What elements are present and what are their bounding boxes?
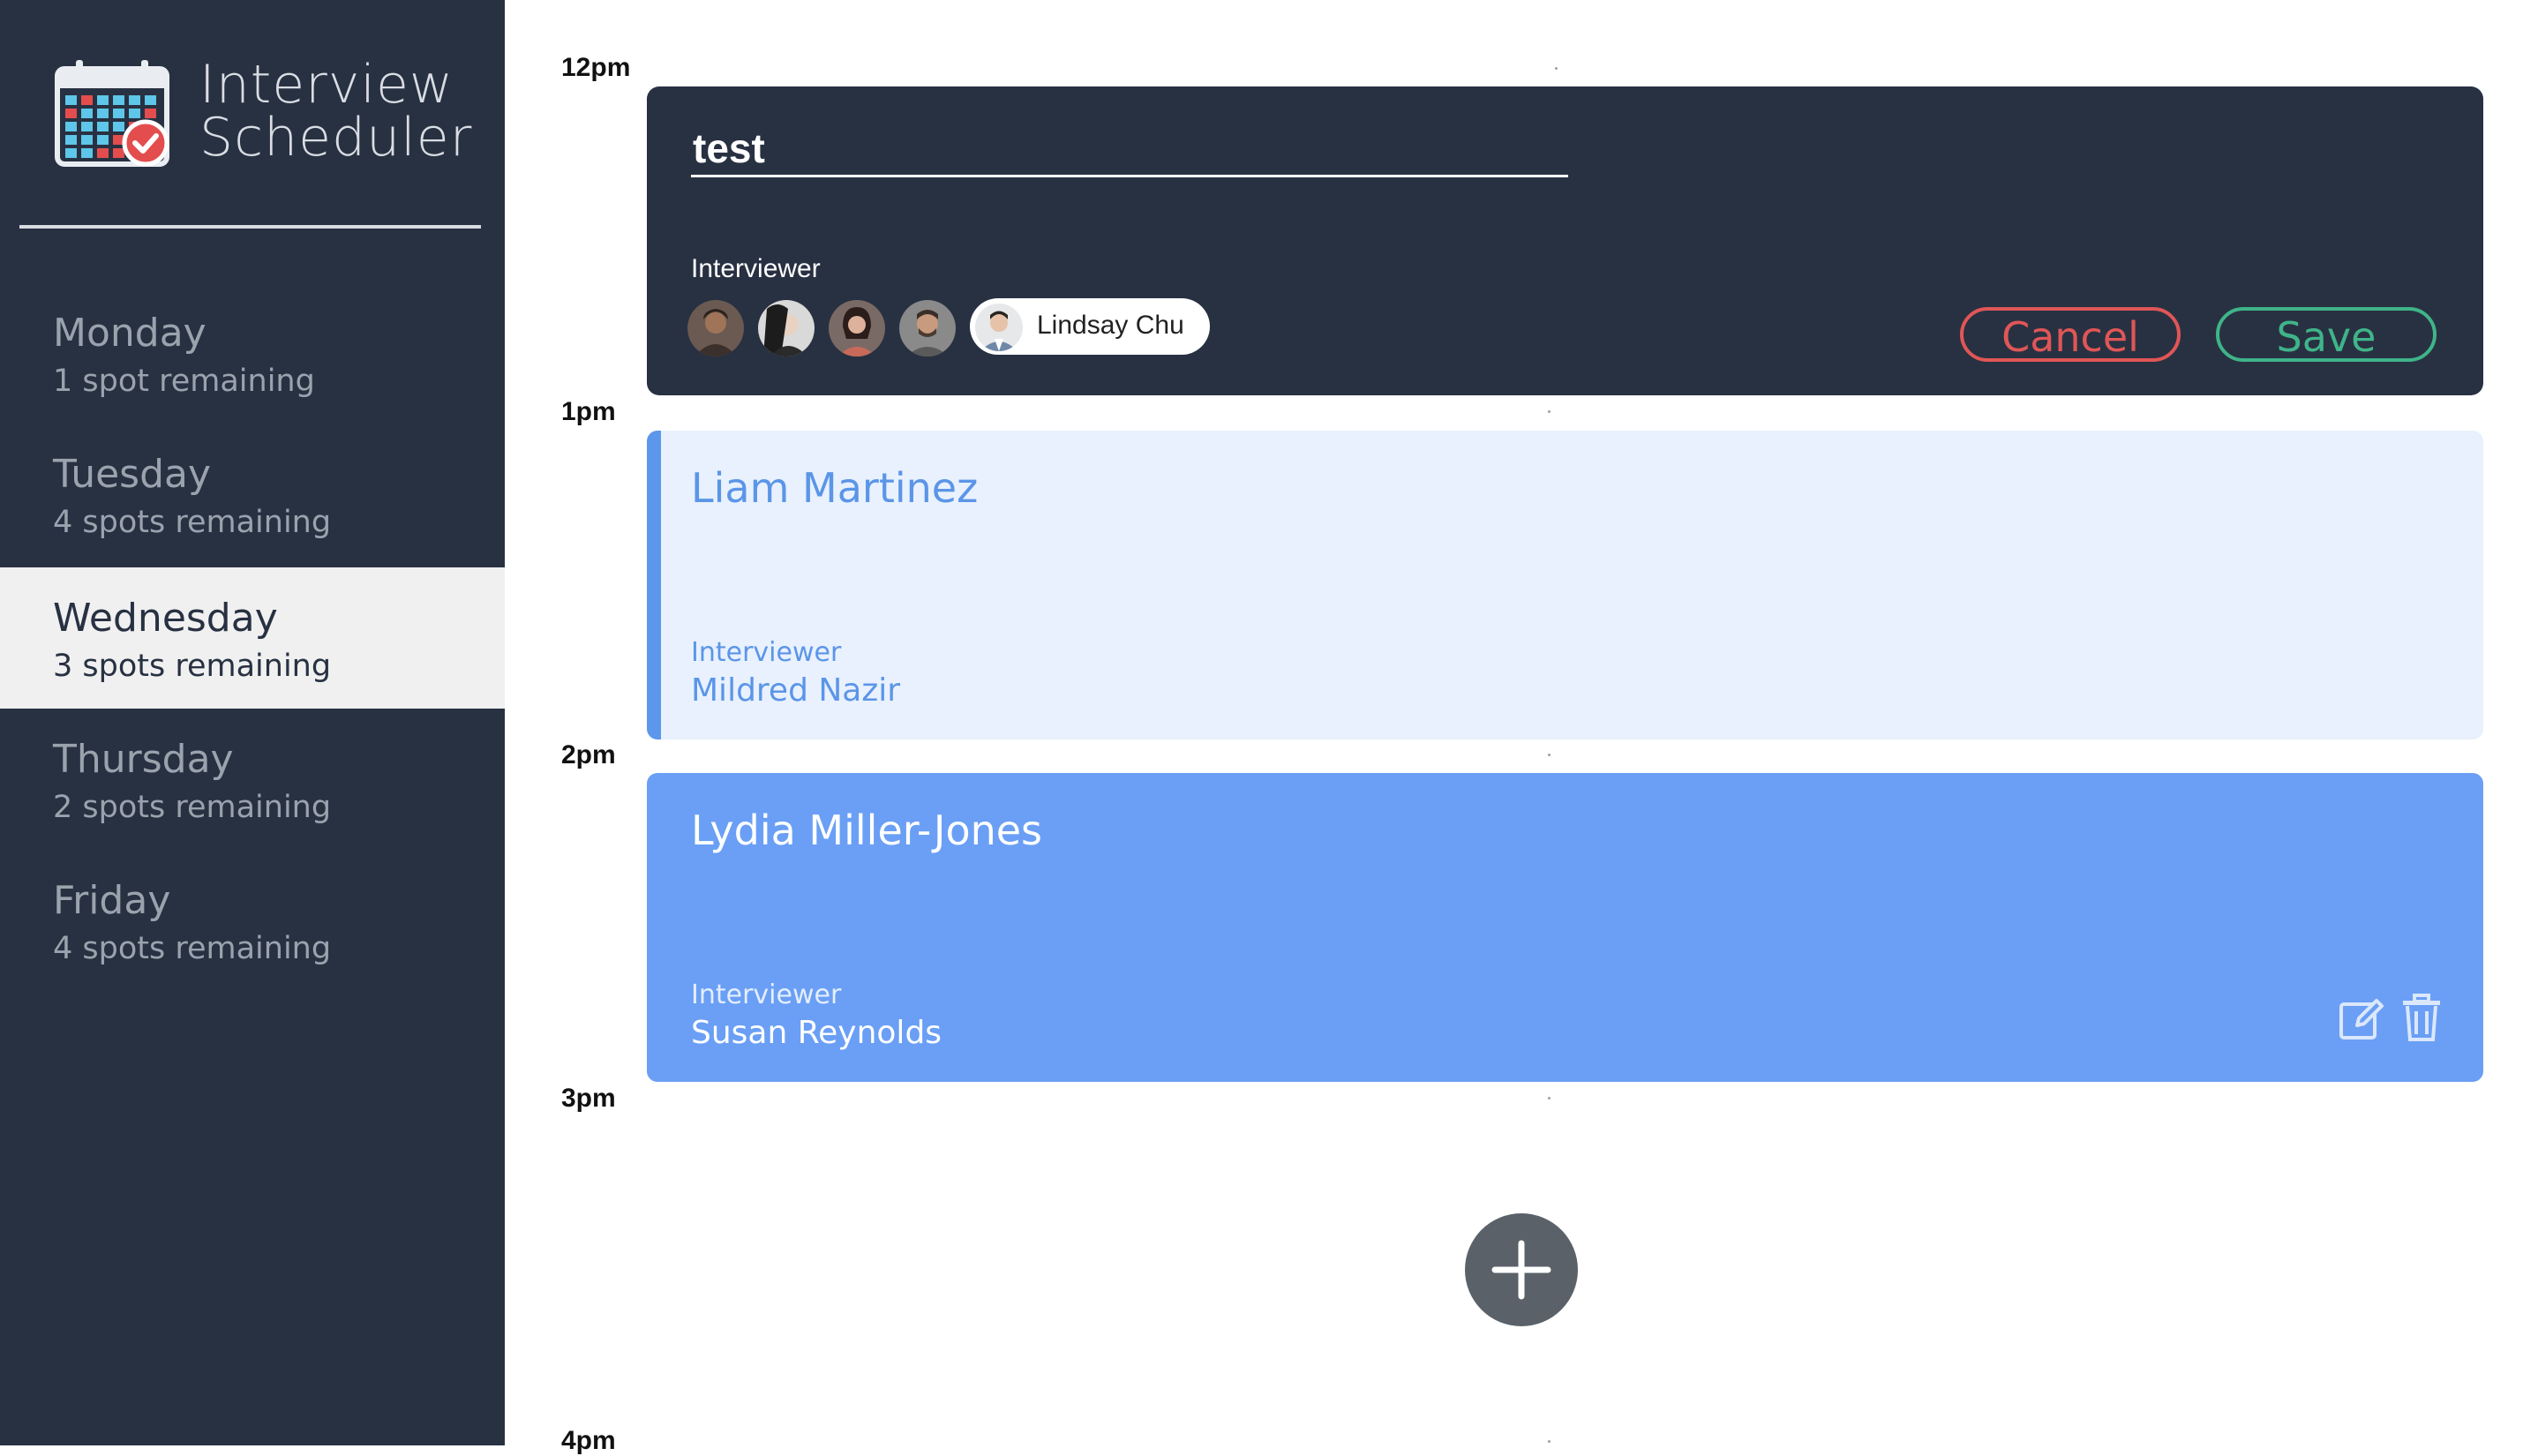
student-name: Liam Martinez <box>691 464 979 512</box>
sidebar: Interview Scheduler Monday 1 spot remain… <box>0 0 505 1445</box>
day-spots: 3 spots remaining <box>53 649 332 684</box>
interviewer-name: Mildred Nazir <box>691 672 901 709</box>
time-label-12pm: 12pm <box>561 53 631 82</box>
app-title-line2: Scheduler <box>199 107 473 169</box>
appointment-card[interactable]: Lydia Miller-Jones Interviewer Susan Rey… <box>647 773 2483 1082</box>
slot-separator <box>1548 1097 1551 1100</box>
interviewer-label: Interviewer <box>691 254 821 283</box>
interviewer-avatar[interactable] <box>687 300 744 356</box>
day-name: Wednesday <box>53 596 278 641</box>
selected-interviewer-name: Lindsay Chu <box>1037 311 1184 340</box>
interviewer-avatar[interactable] <box>899 300 956 356</box>
edit-icon[interactable] <box>2338 994 2387 1043</box>
interviewer-label: Interviewer <box>691 637 842 668</box>
slot-separator <box>1548 1440 1551 1443</box>
day-name: Monday <box>53 311 206 356</box>
day-name: Friday <box>53 878 171 923</box>
interviewer-avatar[interactable] <box>829 300 885 356</box>
time-label-2pm: 2pm <box>561 740 616 769</box>
appointment-card[interactable]: Liam Martinez Interviewer Mildred Nazir <box>647 431 2483 739</box>
day-item-tuesday[interactable]: Tuesday 4 spots remaining <box>0 424 505 565</box>
appointment-form: Interviewer Lindsay Chu Cancel Save <box>647 86 2483 395</box>
selected-interviewer[interactable]: Lindsay Chu <box>970 298 1210 355</box>
slot-separator <box>1548 410 1551 413</box>
time-label-3pm: 3pm <box>561 1084 616 1113</box>
day-item-wednesday[interactable]: Wednesday 3 spots remaining <box>0 567 505 709</box>
slot-separator <box>1555 67 1558 70</box>
trash-icon[interactable] <box>2401 994 2442 1043</box>
day-name: Tuesday <box>53 452 212 497</box>
time-label-4pm: 4pm <box>561 1426 616 1455</box>
interviewer-avatar[interactable] <box>758 300 815 356</box>
interviewer-label: Interviewer <box>691 979 842 1010</box>
day-spots: 4 spots remaining <box>53 931 332 966</box>
student-name-input[interactable] <box>691 122 1568 177</box>
app-title-line1: Interview <box>199 54 454 116</box>
student-name: Lydia Miller-Jones <box>691 807 1043 854</box>
add-appointment-button[interactable] <box>1465 1213 1578 1326</box>
day-spots: 2 spots remaining <box>53 790 332 825</box>
day-item-monday[interactable]: Monday 1 spot remaining <box>0 282 505 424</box>
day-item-friday[interactable]: Friday 4 spots remaining <box>0 850 505 991</box>
app-title: Interview Scheduler <box>199 58 472 164</box>
day-spots: 1 spot remaining <box>53 364 315 399</box>
day-spots: 4 spots remaining <box>53 505 332 540</box>
sidebar-divider <box>19 225 481 229</box>
plus-icon <box>1491 1240 1551 1300</box>
time-label-1pm: 1pm <box>561 397 616 426</box>
selected-interviewer-avatar <box>975 304 1023 351</box>
slot-separator <box>1548 754 1551 756</box>
save-button[interactable]: Save <box>2216 307 2437 362</box>
day-name: Thursday <box>53 737 234 782</box>
cancel-button[interactable]: Cancel <box>1960 307 2181 362</box>
day-item-thursday[interactable]: Thursday 2 spots remaining <box>0 709 505 850</box>
calendar-check-icon <box>55 60 169 167</box>
interviewer-name: Susan Reynolds <box>691 1015 942 1051</box>
